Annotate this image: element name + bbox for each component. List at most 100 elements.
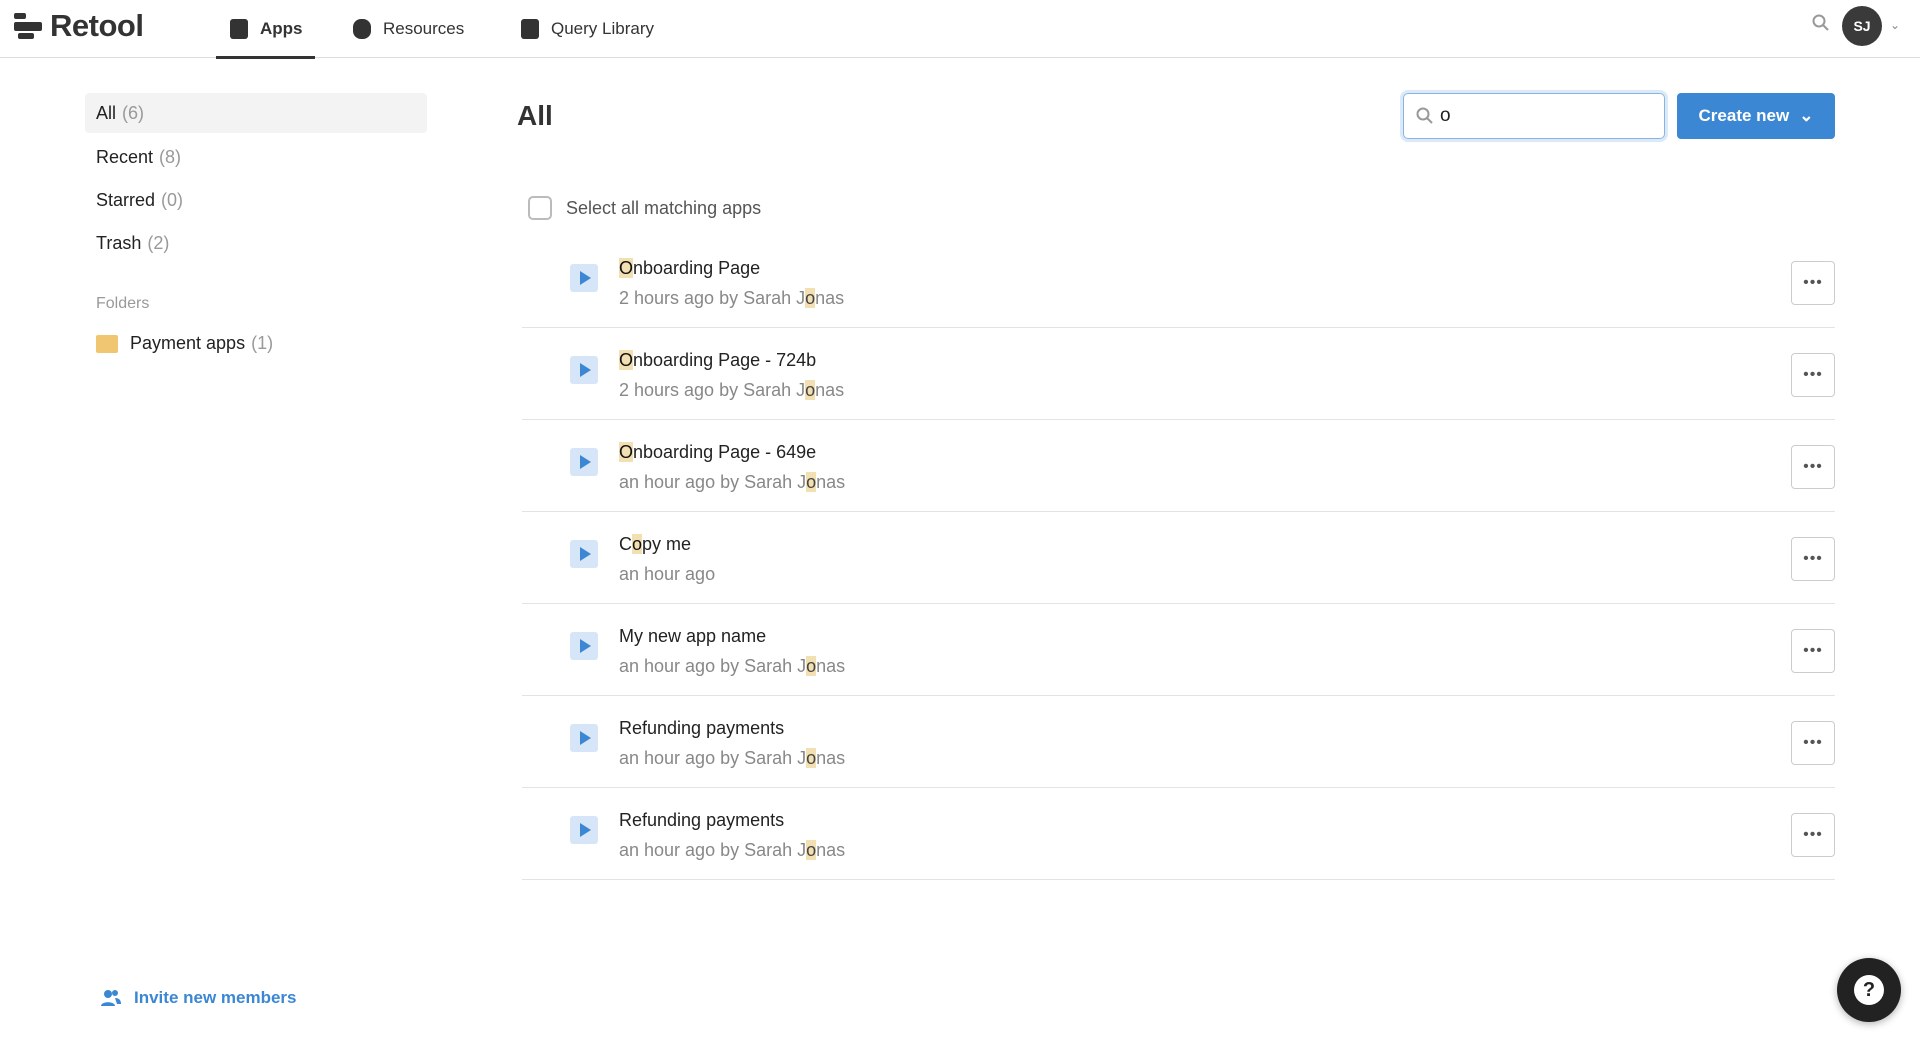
more-options-button[interactable]: ••• <box>1791 445 1835 489</box>
tab-label: Apps <box>260 19 303 38</box>
app-play-icon <box>570 632 598 660</box>
match-highlight: O <box>619 442 634 462</box>
more-options-button[interactable]: ••• <box>1791 721 1835 765</box>
app-play-icon <box>570 264 598 292</box>
folder-icon <box>96 334 118 353</box>
app-row[interactable]: Onboarding Page - 724b 2 hours ago by Sar… <box>522 328 1835 420</box>
count: (6) <box>122 102 145 123</box>
app-meta: 2 hours ago by Sarah Jonas <box>619 380 844 401</box>
count: (1) <box>251 333 274 353</box>
app-row[interactable]: Refunding payments an hour ago by Sarah J… <box>522 788 1835 880</box>
count: (2) <box>147 232 170 253</box>
label: Starred <box>96 189 156 210</box>
app-meta: an hour ago by Sarah Jonas <box>619 748 845 769</box>
chevron-down-icon[interactable]: ⌄ <box>1890 18 1900 32</box>
more-options-button[interactable]: ••• <box>1791 629 1835 673</box>
app-list: Onboarding Page 2 hours ago by Sarah Jona… <box>522 236 1835 880</box>
invite-members-link[interactable]: Invite new members <box>100 988 297 1008</box>
app-meta: an hour ago by Sarah Jonas <box>619 840 845 861</box>
search-input[interactable] <box>1440 105 1640 127</box>
users-icon <box>101 990 121 1006</box>
text: nas <box>816 472 846 492</box>
app-title: Onboarding Page <box>619 258 760 279</box>
retool-logo[interactable]: Retool <box>14 8 144 44</box>
help-button[interactable]: ? <box>1837 958 1901 1022</box>
logo-text: Retool <box>50 8 144 43</box>
more-options-button[interactable]: ••• <box>1791 261 1835 305</box>
text: nboarding Page - 724b <box>633 350 817 370</box>
match-highlight: o <box>632 534 643 554</box>
text: nas <box>816 656 846 676</box>
match-highlight: o <box>806 656 817 676</box>
text: an hour ago <box>619 564 716 584</box>
search-icon <box>1416 107 1433 124</box>
folder-payment-apps[interactable]: Payment apps (1) <box>96 333 273 354</box>
label: Trash <box>96 232 142 253</box>
folders-heading: Folders <box>96 295 150 312</box>
top-nav: Retool Apps Resources Query Library SJ ⌄ <box>0 0 1920 59</box>
checkbox[interactable] <box>528 196 552 220</box>
label: Payment apps <box>130 333 246 353</box>
create-new-button[interactable]: Create new ⌄ <box>1677 93 1835 139</box>
app-title: My new app name <box>619 626 766 647</box>
create-label: Create new <box>1698 106 1790 125</box>
tab-resources[interactable]: Resources <box>353 0 464 58</box>
match-highlight: o <box>805 380 816 400</box>
text: an hour ago by Sarah J <box>619 472 807 492</box>
more-options-button[interactable]: ••• <box>1791 537 1835 581</box>
tab-apps[interactable]: Apps <box>216 0 314 59</box>
app-row[interactable]: Onboarding Page - 649e an hour ago by Sar… <box>522 420 1835 512</box>
app-title: Copy me <box>619 534 691 555</box>
app-play-icon <box>570 540 598 568</box>
app-meta: an hour ago <box>619 564 715 585</box>
app-row[interactable]: Copy me an hour ago ••• <box>522 512 1835 604</box>
chevron-down-icon: ⌄ <box>1799 106 1814 125</box>
label: All <box>96 102 117 123</box>
text: My new app name <box>619 626 767 646</box>
text: nas <box>815 288 845 308</box>
text: nboarding Page <box>633 258 761 278</box>
app-row[interactable]: Onboarding Page 2 hours ago by Sarah Jona… <box>522 236 1835 328</box>
help-icon: ? <box>1854 975 1884 1005</box>
match-highlight: O <box>619 258 634 278</box>
database-icon <box>353 19 371 39</box>
text: Refunding payments <box>619 810 785 830</box>
count: (0) <box>161 189 184 210</box>
tab-label: Resources <box>383 19 465 38</box>
app-row[interactable]: Refunding payments an hour ago by Sarah J… <box>522 696 1835 788</box>
text: nas <box>816 840 846 860</box>
app-play-icon <box>570 448 598 476</box>
count: (8) <box>159 146 182 167</box>
retool-logo-icon <box>14 13 42 39</box>
text: an hour ago by Sarah J <box>619 656 807 676</box>
app-play-icon <box>570 724 598 752</box>
text: an hour ago by Sarah J <box>619 748 807 768</box>
match-highlight: o <box>806 472 817 492</box>
apps-icon <box>230 19 248 39</box>
app-meta: an hour ago by Sarah Jonas <box>619 656 845 677</box>
search-icon[interactable] <box>1812 14 1830 32</box>
text: Refunding payments <box>619 718 785 738</box>
avatar[interactable]: SJ <box>1842 6 1882 46</box>
search-input-wrap[interactable] <box>1403 93 1665 139</box>
sidebar-item-all[interactable]: All (6) <box>85 93 427 133</box>
app-title: Onboarding Page - 724b <box>619 350 816 371</box>
text: nas <box>816 748 846 768</box>
match-highlight: o <box>805 288 816 308</box>
select-all-label: Select all matching apps <box>566 197 762 218</box>
sidebar-item-starred[interactable]: Starred (0) <box>85 180 427 220</box>
sidebar-item-recent[interactable]: Recent (8) <box>85 137 427 177</box>
more-options-button[interactable]: ••• <box>1791 813 1835 857</box>
select-all-checkbox[interactable]: Select all matching apps <box>528 196 761 220</box>
app-title: Onboarding Page - 649e <box>619 442 816 463</box>
text: 2 hours ago by Sarah J <box>619 288 806 308</box>
text: nas <box>815 380 845 400</box>
more-options-button[interactable]: ••• <box>1791 353 1835 397</box>
invite-label: Invite new members <box>134 988 297 1007</box>
sidebar-item-trash[interactable]: Trash (2) <box>85 223 427 263</box>
tab-query-library[interactable]: Query Library <box>521 0 654 58</box>
text: C <box>619 534 632 554</box>
app-row[interactable]: My new app name an hour ago by Sarah Jona… <box>522 604 1835 696</box>
tab-label: Query Library <box>551 19 654 38</box>
match-highlight: o <box>806 840 817 860</box>
